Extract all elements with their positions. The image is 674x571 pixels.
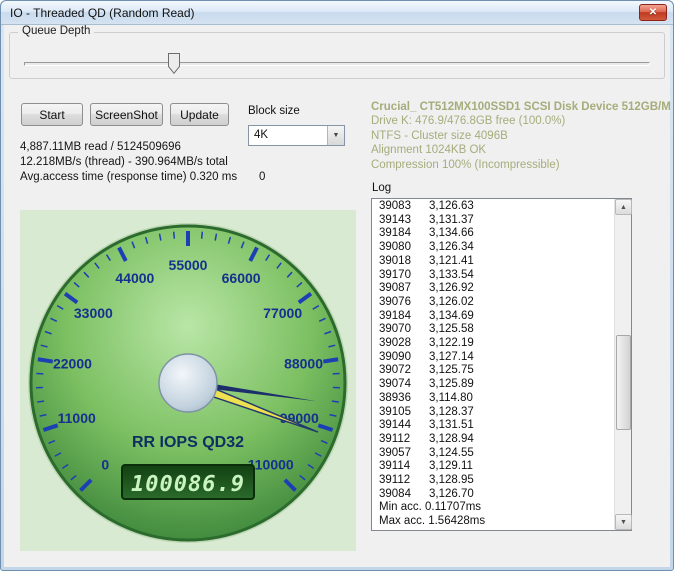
- stat-access-time: Avg.access time (response time) 0.320 ms: [20, 171, 238, 183]
- slider-track[interactable]: [24, 62, 650, 66]
- svg-text:44000: 44000: [115, 270, 154, 286]
- window-content: Queue Depth Start ScreenShot Update Bloc…: [4, 25, 671, 567]
- log-scrollbar[interactable]: ▲ ▼: [614, 199, 632, 530]
- log-row[interactable]: 39184 3,134.69: [372, 310, 614, 324]
- start-button[interactable]: Start: [21, 103, 83, 126]
- log-row[interactable]: 39070 3,125.58: [372, 323, 614, 337]
- drive-info-line: Alignment 1024KB OK: [371, 144, 487, 157]
- log-summary-row[interactable]: Max acc. 1.56428ms: [372, 515, 614, 529]
- scroll-up-button[interactable]: ▲: [615, 199, 632, 215]
- log-summary-row[interactable]: Min acc. 0.11707ms: [372, 501, 614, 515]
- log-row[interactable]: 39143 3,131.37: [372, 214, 614, 228]
- log-row[interactable]: 38936 3,114.80: [372, 392, 614, 406]
- gauge-panel: 0 11000 22000 33000 44000 55000 66000 77000 8800…: [20, 210, 356, 551]
- stat-speed: 12.218MB/s (thread) - 390.964MB/s total: [20, 156, 228, 168]
- block-size-select[interactable]: 4K ▼: [248, 125, 345, 146]
- log-row[interactable]: 39090 3,127.14: [372, 351, 614, 365]
- log-list[interactable]: 39083 3,126.63 39143 3,131.37 39184 3,134.66 3…: [372, 200, 614, 530]
- svg-text:100086.9: 100086.9: [131, 472, 245, 497]
- stat-access-row: Avg.access time (response time) 0.320 ms…: [20, 170, 265, 185]
- window-title: IO - Threaded QD (Random Read): [10, 6, 195, 20]
- app-window: IO - Threaded QD (Random Read) ✕ Queue D…: [0, 0, 674, 571]
- log-row[interactable]: 39112 3,128.94: [372, 433, 614, 447]
- log-box: 39083 3,126.63 39143 3,131.37 39184 3,134.66 3…: [371, 198, 632, 531]
- gauge-generated: 0 11000 22000 33000 44000 55000 66000 77000 8800…: [28, 223, 348, 543]
- log-label: Log: [372, 182, 392, 194]
- title-bar[interactable]: IO - Threaded QD (Random Read) ✕: [1, 1, 673, 25]
- log-row[interactable]: 39074 3,125.89: [372, 378, 614, 392]
- log-row[interactable]: 39018 3,121.41: [372, 255, 614, 269]
- log-row[interactable]: 39072 3,125.75: [372, 364, 614, 378]
- scroll-down-button[interactable]: ▼: [615, 514, 632, 530]
- triangle-up-icon: ▲: [620, 203, 627, 211]
- svg-text:22000: 22000: [53, 356, 92, 372]
- log-row[interactable]: 39114 3,129.11: [372, 460, 614, 474]
- log-row[interactable]: 39028 3,122.19: [372, 337, 614, 351]
- log-row[interactable]: 39184 3,134.66: [372, 227, 614, 241]
- svg-text:0: 0: [101, 457, 109, 473]
- block-size-value: 4K: [254, 129, 269, 141]
- log-row[interactable]: 39076 3,126.02: [372, 296, 614, 310]
- drive-info-line: Drive K: 476.9/476.8GB free (100.0%): [371, 115, 566, 128]
- svg-text:66000: 66000: [222, 270, 261, 286]
- close-button[interactable]: ✕: [639, 4, 667, 21]
- log-row[interactable]: 39057 3,124.55: [372, 447, 614, 461]
- scrollbar-thumb[interactable]: [616, 334, 631, 431]
- svg-text:11000: 11000: [58, 410, 96, 426]
- svg-text:88000: 88000: [284, 356, 323, 372]
- svg-text:RR IOPS QD32: RR IOPS QD32: [132, 434, 244, 451]
- drive-info-line: Crucial_ CT512MX100SSD1 SCSI Disk Device…: [371, 101, 671, 113]
- drive-info-line: Compression 100% (Incompressible): [371, 158, 560, 171]
- queue-depth-slider[interactable]: [10, 33, 664, 78]
- queue-depth-group: Queue Depth: [9, 25, 665, 79]
- svg-text:55000: 55000: [169, 257, 208, 273]
- log-row[interactable]: 39170 3,133.54: [372, 269, 614, 283]
- block-size-label: Block size: [248, 105, 300, 117]
- close-icon: ✕: [648, 7, 658, 18]
- chevron-down-icon[interactable]: ▼: [327, 126, 344, 145]
- iops-gauge: 0 11000 22000 33000 44000 55000 66000 77000 8800…: [28, 223, 348, 543]
- stat-read-total: 4,887.11MB read / 5124509696: [20, 141, 181, 153]
- log-row[interactable]: 39087 3,126.92: [372, 282, 614, 296]
- update-button[interactable]: Update: [170, 103, 229, 126]
- svg-text:77000: 77000: [263, 305, 302, 321]
- log-row[interactable]: 39144 3,131.51: [372, 419, 614, 433]
- drive-info-line: NTFS - Cluster size 4096B: [371, 129, 508, 142]
- drive-info: Crucial_ CT512MX100SSD1 SCSI Disk Device…: [371, 100, 671, 172]
- stats-block: 4,887.11MB read / 5124509696 12.218MB/s …: [20, 140, 265, 185]
- triangle-down-icon: ▼: [620, 518, 627, 526]
- scrollbar-track[interactable]: [615, 215, 632, 514]
- log-row[interactable]: 39084 3,126.70: [372, 488, 614, 502]
- screenshot-button[interactable]: ScreenShot: [90, 103, 163, 126]
- log-row[interactable]: 39105 3,128.37: [372, 406, 614, 420]
- queue-depth-thumb[interactable]: [167, 53, 180, 74]
- stat-access-extra: 0: [259, 171, 266, 183]
- log-row[interactable]: 39080 3,126.34: [372, 241, 614, 255]
- svg-text:33000: 33000: [74, 305, 113, 321]
- log-row[interactable]: 39083 3,126.63: [372, 200, 614, 214]
- log-row[interactable]: 39112 3,128.95: [372, 474, 614, 488]
